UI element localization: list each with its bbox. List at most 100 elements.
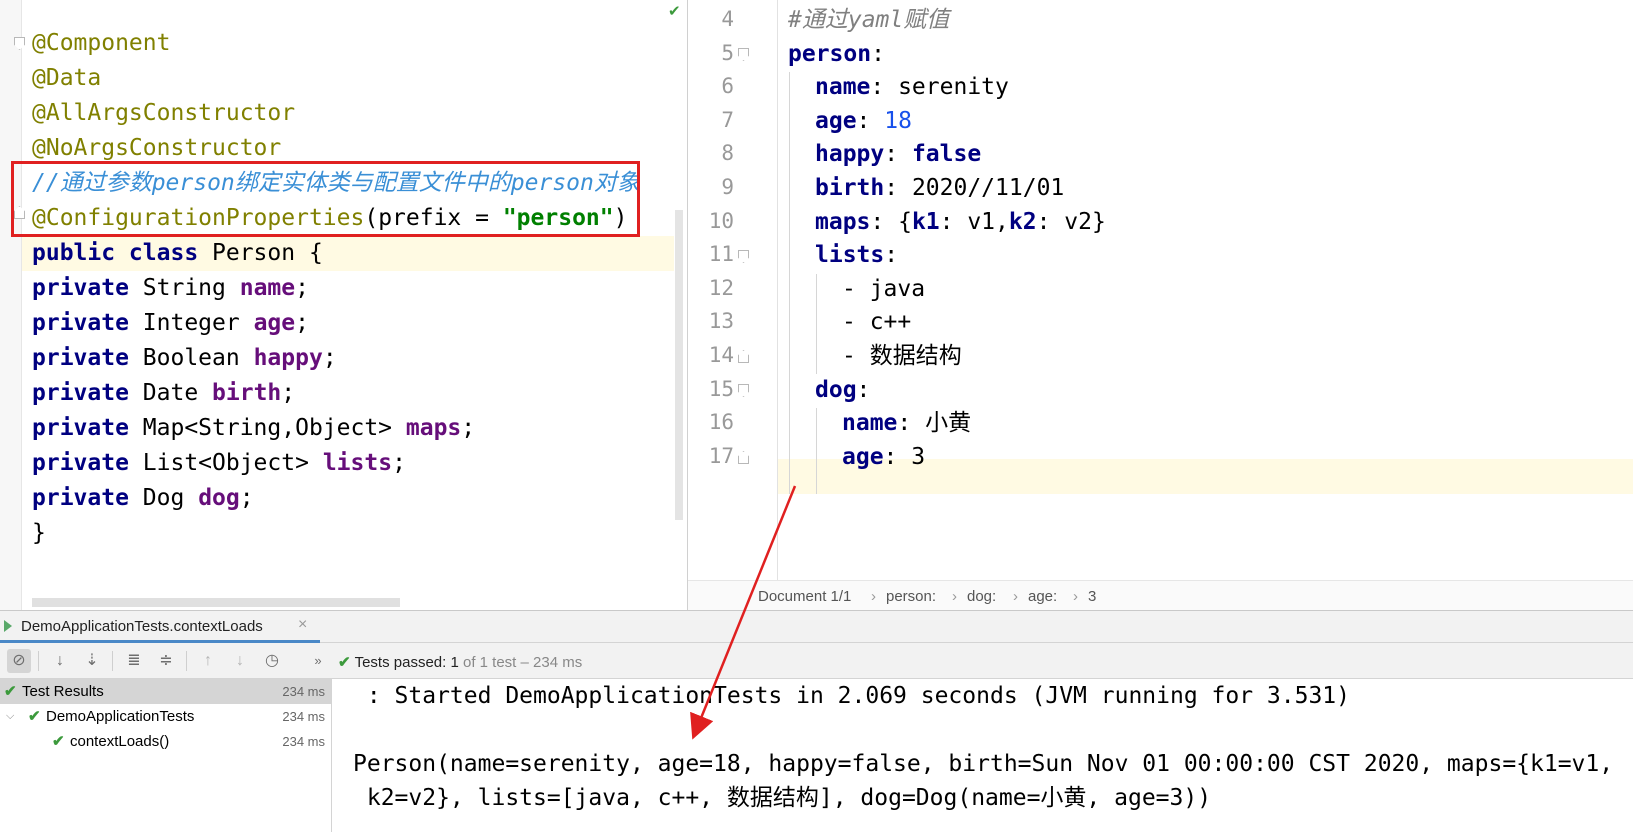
line-number: 7 [721,107,734,132]
line-number: 6 [721,74,734,99]
collapse-all-icon[interactable]: ≑ [154,649,178,673]
close-tab-icon[interactable]: × [298,616,307,634]
code-token: private [32,485,129,511]
code-line: #通过yaml赋值 [788,3,949,38]
code-token: maps [815,208,871,235]
code-token: happy [815,141,885,168]
test-tree-row[interactable]: ✔ contextLoads() 234 ms [0,729,331,754]
code-token: age [842,443,884,470]
console-line: Person(name=serenity, age=18, happy=fals… [353,751,1614,777]
code-line: private String name; [32,271,640,306]
code-token: ; [461,415,476,441]
code-line: private Date birth; [32,376,640,411]
code-token: public class [32,240,199,266]
code-token: private [32,345,129,371]
code-token: lists [322,450,393,476]
annotation-highlight-box [11,161,640,237]
line-number: 15 [708,376,734,401]
console-output[interactable]: : Started DemoApplicationTests in 2.069 … [333,679,1633,832]
code-token: Dog [128,485,199,511]
breadcrumb-item[interactable]: dog: [967,588,996,605]
code-token: name [239,275,296,301]
code-token: } [32,520,46,546]
code-line: @Component [32,26,640,61]
code-token: k2 [1008,208,1037,235]
code-token: @Data [32,65,102,91]
more-chevron-icon[interactable]: » [306,649,330,673]
code-line: name: 小黄 [842,406,971,441]
line-number: 4 [721,7,734,31]
breadcrumb-item[interactable]: age: [1028,588,1057,605]
code-token: name [815,74,871,101]
line-number: 12 [708,275,734,300]
passed-check-icon: ✔ [52,733,65,750]
line-number: 14 [708,343,734,367]
code-token: : serenity [870,74,1009,101]
breadcrumb-item[interactable]: Document 1/1 [758,588,851,605]
expand-chevron-icon[interactable]: ⌵ [6,704,14,729]
test-tree-row[interactable]: ⌵ ✔ DemoApplicationTests 234 ms [0,704,331,729]
vertical-scrollbar[interactable] [675,210,683,520]
code-line: @Data [32,61,640,96]
test-history-icon[interactable]: ◷ [260,649,284,673]
code-token: private [32,275,129,301]
code-token: : [871,40,885,67]
no-problems-check-icon[interactable]: ✔ [668,2,681,20]
code-line: age: 18 [815,104,912,139]
code-token: : 2020//11/01 [884,175,1065,201]
code-line: happy: false [815,137,981,172]
code-token: Integer [128,310,254,336]
code-token: : [884,141,912,168]
next-failed-test-icon[interactable]: ↓ [228,649,252,673]
expand-all-icon[interactable]: ≣ [122,649,146,673]
test-duration: 234 ms [282,734,325,749]
previous-failed-test-icon[interactable]: ↑ [196,649,220,673]
code-line: age: 3 [842,440,925,475]
code-token: birth [212,380,282,406]
code-token: - 数据结构 [842,343,962,369]
code-token: : 3 [883,443,926,470]
code-token: ; [392,450,406,476]
indent-guide [816,274,817,374]
breadcrumb-item[interactable]: person: [886,588,936,605]
line-number: 10 [708,208,734,233]
java-code: @Component @Data @AllArgsConstructor @NoArg… [32,26,640,551]
line-number: 16 [708,410,734,435]
run-tab[interactable]: DemoApplicationTests.contextLoads × [0,611,320,643]
code-token: Map<String,Object> [128,415,406,441]
code-line: name: serenity [815,70,1009,105]
java-editor-gutter [0,0,25,610]
indent-guide [816,408,817,494]
breadcrumb-separator: › [952,588,957,605]
code-token: Boolean [128,345,254,371]
code-line: - java [842,272,925,307]
sort-by-duration-icon[interactable]: ⇣ [80,649,104,673]
code-line: private Dog dog; [32,481,640,516]
code-token: ; [322,345,337,371]
java-editor[interactable]: @Component @Data @AllArgsConstructor @NoArg… [0,0,687,610]
test-duration: 234 ms [282,684,325,699]
code-token: private [32,415,129,441]
code-line: - c++ [842,305,911,340]
line-number: 9 [721,175,734,199]
yaml-editor[interactable]: 4 5 6 7 8 9 10 11 12 13 14 15 16 17 #通过yaml赋值 person: n… [687,0,1633,610]
code-token: maps [405,415,462,441]
code-token: ; [295,310,309,336]
code-token: : v1, [939,208,1009,235]
test-name: DemoApplicationTests [46,708,195,725]
code-token: @Component [32,30,171,56]
show-passed-toggle-icon[interactable]: ⊘ [7,649,31,673]
test-tree-row[interactable]: ✔ Test Results 234 ms [0,679,331,704]
breadcrumb-separator: › [1013,588,1018,605]
code-token: dog [198,485,240,511]
horizontal-scrollbar[interactable] [32,598,400,607]
code-token: : [856,376,871,403]
breadcrumb-item[interactable]: 3 [1088,588,1096,605]
passed-check-icon: ✔ [338,654,351,671]
line-number: 8 [721,141,734,166]
fold-marker[interactable] [14,37,25,50]
line-number: 17 [708,443,734,468]
code-line: private Map<String,Object> maps; [32,411,640,446]
code-token: private [32,310,129,336]
sort-alphabetically-icon[interactable]: ↓ [48,649,72,673]
